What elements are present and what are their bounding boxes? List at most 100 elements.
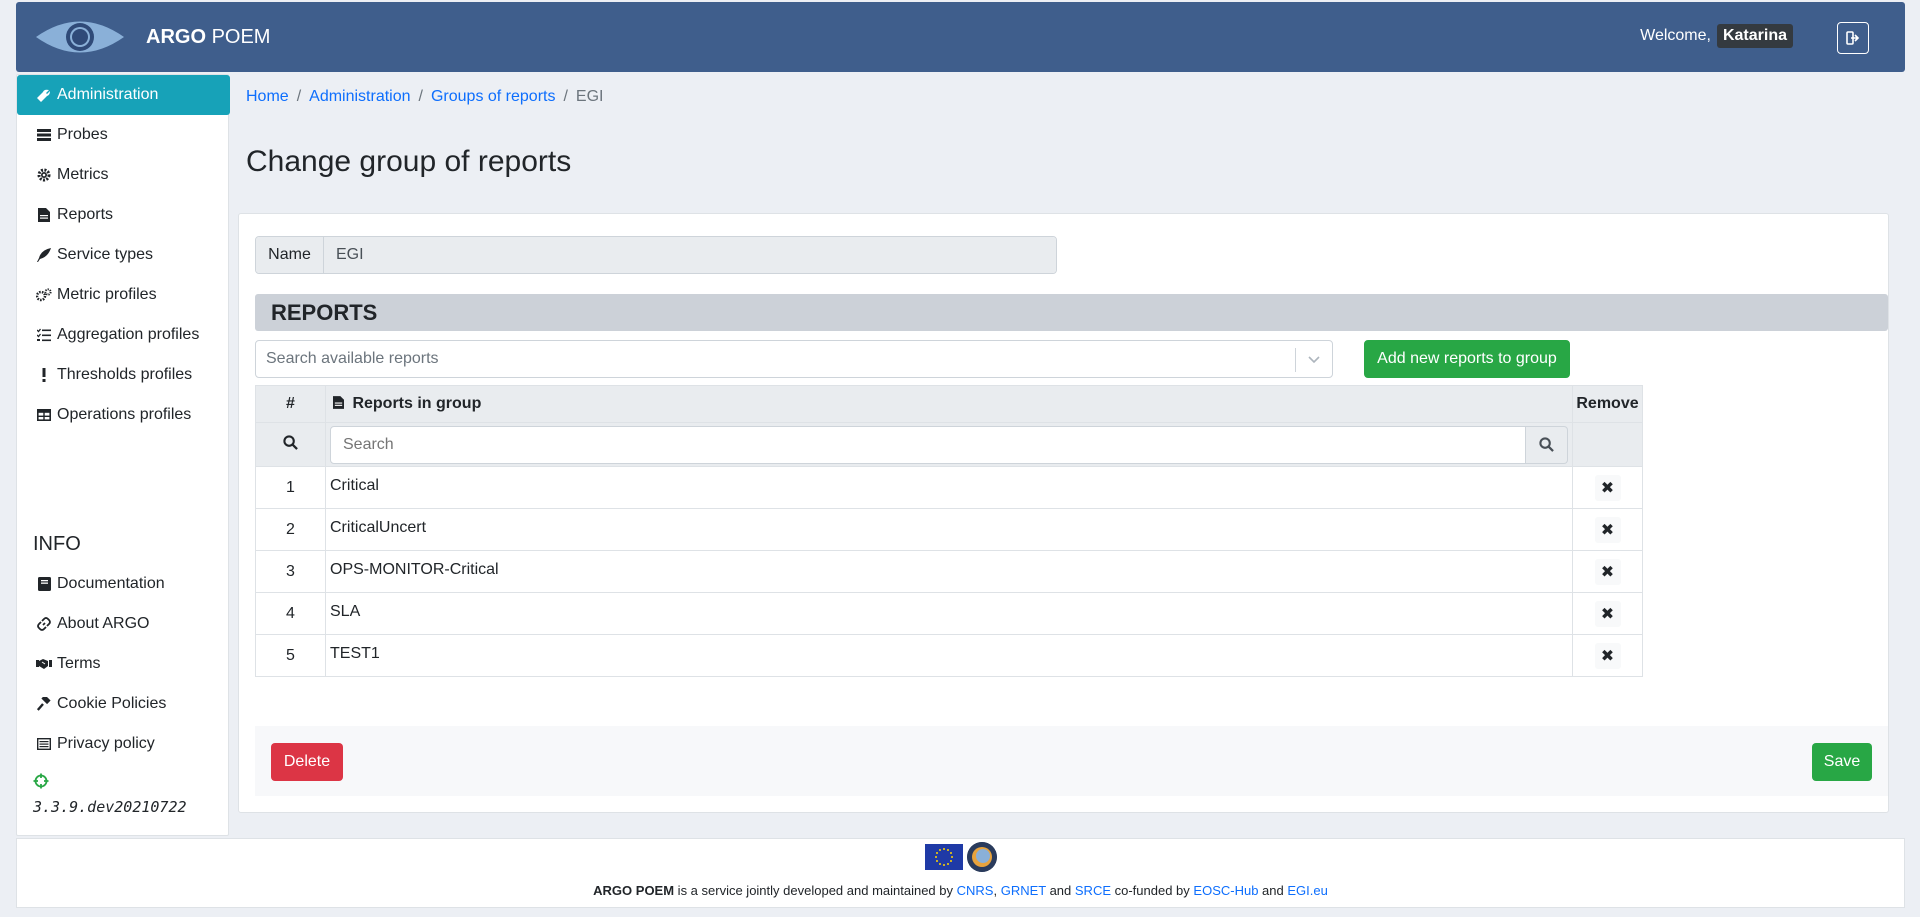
tasks-icon — [35, 327, 53, 343]
sidebar-item-label: About ARGO — [57, 615, 150, 632]
sidebar-item-documentation[interactable]: Documentation — [17, 564, 230, 604]
remove-cell: ✖ — [1572, 550, 1643, 593]
eu-flag-logo[interactable] — [925, 844, 963, 870]
sidebar-item-terms[interactable]: Terms — [17, 644, 230, 684]
sidebar-item-label: Probes — [57, 126, 108, 143]
sidebar-item-label: Operations profiles — [57, 406, 192, 423]
breadcrumb-administration[interactable]: Administration — [309, 88, 410, 106]
footer-link-grnet[interactable]: GRNET — [1001, 883, 1046, 898]
sidebar-item-label: Cookie Policies — [57, 695, 167, 712]
save-button[interactable]: Save — [1812, 743, 1872, 781]
info-heading: INFO — [33, 533, 81, 555]
footer-link-egi[interactable]: EGI.eu — [1287, 883, 1327, 898]
sidebar-item-metrics[interactable]: Metrics — [17, 155, 230, 195]
remove-cell: ✖ — [1572, 592, 1643, 635]
table-header-row: # Reports in group Remove — [255, 385, 1643, 423]
brand-rest: POEM — [211, 26, 271, 48]
column-header-number: # — [255, 385, 326, 423]
name-field[interactable] — [324, 237, 1056, 273]
row-number: 5 — [255, 634, 326, 677]
footer-text-part: co-funded by — [1111, 883, 1194, 898]
egi-logo[interactable] — [967, 842, 997, 872]
breadcrumb: Home / Administration / Groups of report… — [246, 88, 603, 106]
brand-bold: ARGO — [146, 26, 206, 48]
footer-brand: ARGO POEM — [593, 883, 675, 898]
footer-link-srce[interactable]: SRCE — [1075, 883, 1111, 898]
file-icon — [35, 207, 53, 223]
sidebar-item-service-types[interactable]: Service types — [17, 235, 230, 275]
add-reports-button[interactable]: Add new reports to group — [1364, 340, 1570, 378]
name-input-group: Name — [255, 236, 1057, 274]
link-icon — [35, 616, 53, 632]
sidebar-item-administration[interactable]: Administration — [17, 75, 230, 115]
name-label: Name — [256, 237, 324, 273]
footer-text: ARGO POEM is a service jointly developed… — [17, 883, 1904, 898]
report-name: CriticalUncert — [325, 508, 1573, 551]
sidebar-item-label: Privacy policy — [57, 735, 155, 752]
sidebar-item-metric-profiles[interactable]: Metric profiles — [17, 275, 230, 315]
footer-link-cnrs[interactable]: CNRS — [957, 883, 994, 898]
sidebar: Administration Probes Metrics Reports Se… — [16, 74, 230, 836]
delete-button[interactable]: Delete — [271, 743, 343, 781]
table-search-button[interactable] — [1526, 425, 1568, 464]
column-header-reports-label: Reports in group — [352, 395, 482, 412]
sidebar-item-privacy-policy[interactable]: Privacy policy — [17, 724, 230, 764]
search-cell-empty — [1572, 422, 1643, 467]
table-search-row — [255, 422, 1643, 467]
column-header-reports: Reports in group — [325, 385, 1573, 423]
reports-section-header: REPORTS — [255, 294, 1888, 331]
footer-text-part: and — [1258, 883, 1288, 898]
table-row: 5 TEST1 ✖ — [255, 634, 1643, 677]
sidebar-item-label: Thresholds profiles — [57, 366, 193, 383]
exclamation-icon — [35, 367, 53, 383]
breadcrumb-home[interactable]: Home — [246, 88, 289, 106]
file-icon — [333, 396, 344, 409]
remove-report-button[interactable]: ✖ — [1594, 558, 1621, 585]
sidebar-item-label: Administration — [57, 86, 159, 103]
select-separator — [1295, 348, 1296, 372]
footer-text-part: is a service jointly developed and maint… — [674, 883, 957, 898]
cog-icon — [35, 167, 53, 183]
remove-report-button[interactable]: ✖ — [1594, 600, 1621, 627]
sidebar-item-label: Metrics — [57, 166, 109, 183]
report-name: Critical — [325, 466, 1573, 509]
table-row: 3 OPS-MONITOR-Critical ✖ — [255, 550, 1643, 593]
sidebar-item-reports[interactable]: Reports — [17, 195, 230, 235]
breadcrumb-groups-of-reports[interactable]: Groups of reports — [431, 88, 556, 106]
chevron-down-icon[interactable] — [1306, 351, 1322, 367]
top-navbar: ARGO POEM Welcome, Katarina — [16, 2, 1905, 72]
breadcrumb-separator: / — [563, 88, 568, 105]
footer-link-eosc-hub[interactable]: EOSC-Hub — [1193, 883, 1258, 898]
table-search-input[interactable] — [330, 425, 1526, 464]
table-row: 2 CriticalUncert ✖ — [255, 508, 1643, 551]
sidebar-item-operations-profiles[interactable]: Operations profiles — [17, 395, 230, 435]
footer-text-part: and — [1045, 883, 1075, 898]
argo-eye-logo[interactable] — [34, 14, 126, 60]
remove-report-button[interactable]: ✖ — [1594, 474, 1621, 501]
search-available-reports-placeholder: Search available reports — [266, 350, 439, 367]
sign-out-icon — [1846, 31, 1860, 45]
table-icon — [35, 407, 53, 423]
remove-report-button[interactable]: ✖ — [1594, 516, 1621, 543]
page-title: Change group of reports — [246, 145, 572, 178]
sidebar-item-cookie-policies[interactable]: Cookie Policies — [17, 684, 230, 724]
sidebar-item-aggregation-profiles[interactable]: Aggregation profiles — [17, 315, 230, 355]
sidebar-item-probes[interactable]: Probes — [17, 115, 230, 155]
sidebar-item-about-argo[interactable]: About ARGO — [17, 604, 230, 644]
sidebar-item-label: Documentation — [57, 575, 165, 592]
times-icon: ✖ — [1600, 521, 1615, 539]
search-icon — [1539, 437, 1554, 452]
sidebar-item-label: Terms — [57, 655, 101, 672]
logout-button[interactable] — [1837, 22, 1869, 54]
reports-table: # Reports in group Remove Search 1 Criti… — [255, 385, 1643, 677]
remove-report-button[interactable]: ✖ — [1594, 642, 1621, 669]
report-name: SLA — [325, 592, 1573, 635]
search-available-reports-select[interactable]: Search available reports — [255, 340, 1333, 378]
times-icon: ✖ — [1600, 563, 1615, 581]
sidebar-item-label: Reports — [57, 206, 114, 223]
brand-title[interactable]: ARGO POEM — [146, 26, 270, 49]
table-search-group — [330, 425, 1568, 464]
remove-cell: ✖ — [1572, 634, 1643, 677]
report-name: TEST1 — [325, 634, 1573, 677]
sidebar-item-thresholds-profiles[interactable]: Thresholds profiles — [17, 355, 230, 395]
